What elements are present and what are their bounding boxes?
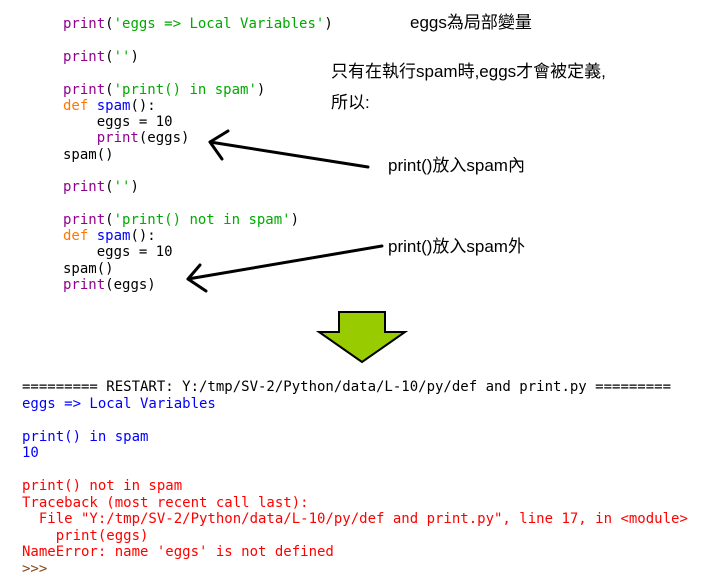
shell-output: ========= RESTART: Y:/tmp/SV-2/Python/da… [22,379,688,577]
left-arrow-icon [186,244,384,293]
output-line: eggs => Local Variables [22,395,216,412]
traceback-line: Traceback (most recent call last): [22,494,309,511]
left-arrow-icon [208,129,370,169]
output-line: 10 [22,445,39,461]
output-line: print() in spam [22,428,149,445]
traceback-line: print(eggs) [22,527,149,544]
traceback-line: File "Y:/tmp/SV-2/Python/data/L-10/py/de… [22,511,688,527]
down-arrow-icon [315,311,409,364]
restart-banner: ========= RESTART: Y:/tmp/SV-2/Python/da… [22,379,672,395]
output-line: print() not in spam [22,478,183,494]
error-line: NameError: name 'eggs' is not defined [22,544,334,560]
shell-prompt[interactable]: >>> [22,561,47,577]
